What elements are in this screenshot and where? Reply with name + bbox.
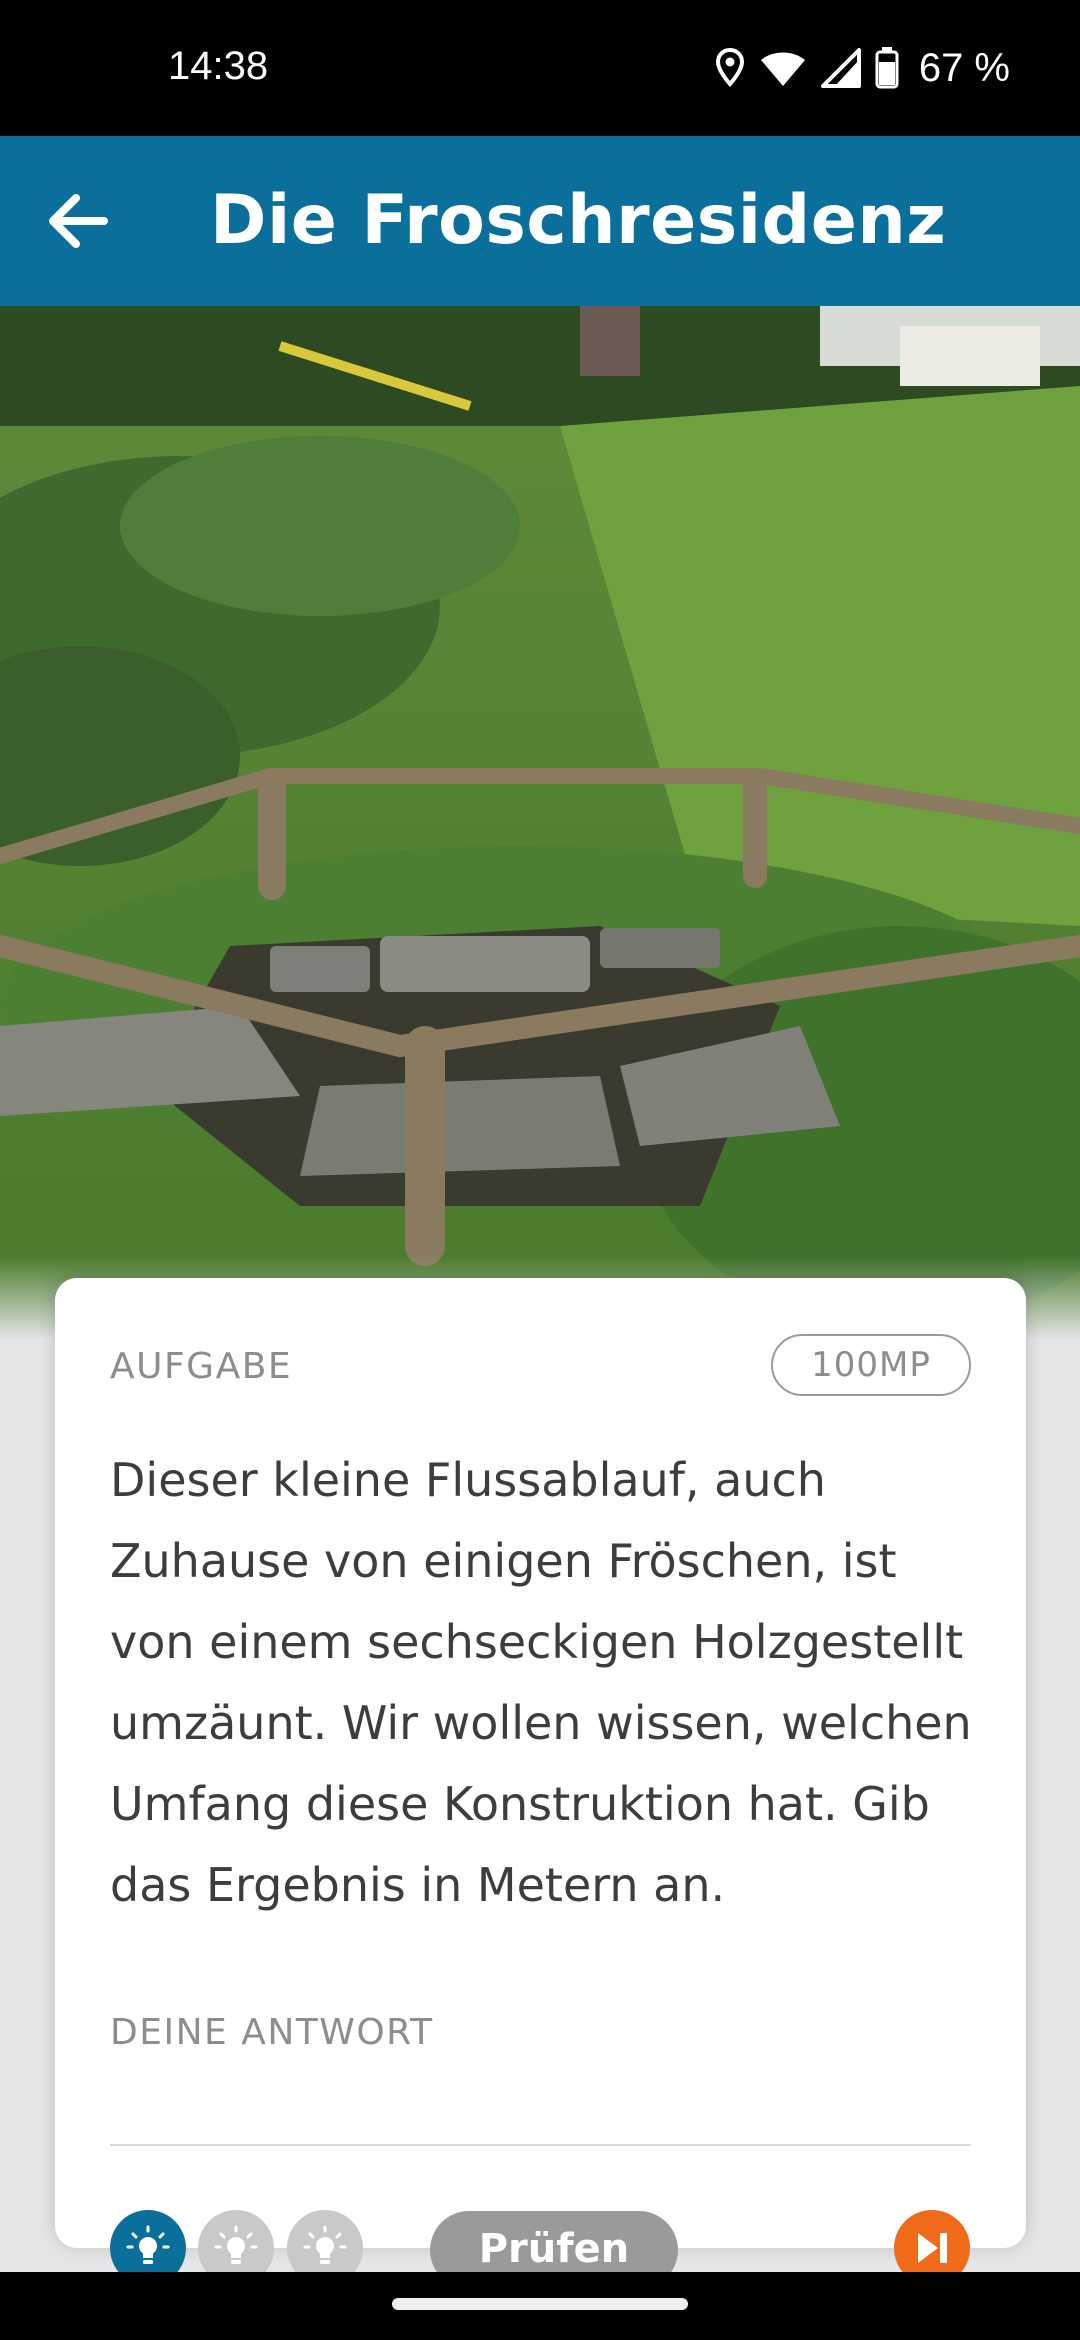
status-bar: 14:38 67 %	[0, 0, 1080, 136]
task-label: AUFGABE	[110, 1346, 293, 1387]
status-icons: 67 %	[715, 40, 1010, 96]
task-text: Dieser kleine Flussablauf, auch Zuhause …	[110, 1453, 972, 1912]
home-gesture-handle[interactable]	[392, 2298, 688, 2310]
battery-icon	[875, 47, 899, 89]
battery-percent: 67 %	[918, 45, 1010, 90]
points-badge: 100MP	[771, 1334, 971, 1396]
location-photo	[0, 306, 1080, 1340]
wifi-icon	[760, 52, 805, 86]
navigation-bar	[0, 2272, 1080, 2340]
location-icon	[715, 48, 744, 87]
answer-input[interactable]	[110, 2078, 971, 2146]
arrow-left-icon[interactable]	[42, 186, 112, 256]
answer-label: DEINE ANTWORT	[110, 2012, 434, 2053]
lightbulb-icon	[126, 2225, 170, 2264]
lightbulb-icon	[303, 2225, 347, 2264]
page-title: Die Froschresidenz	[210, 181, 947, 260]
task-card: AUFGABE 100MP Dieser kleine Flussablauf,…	[55, 1278, 1026, 2289]
skip-next-icon	[918, 2233, 947, 2263]
lightbulb-icon	[214, 2225, 258, 2264]
status-time: 14:38	[168, 44, 269, 88]
app-bar: Die Froschresidenz	[0, 136, 1080, 306]
signal-icon	[820, 48, 861, 88]
